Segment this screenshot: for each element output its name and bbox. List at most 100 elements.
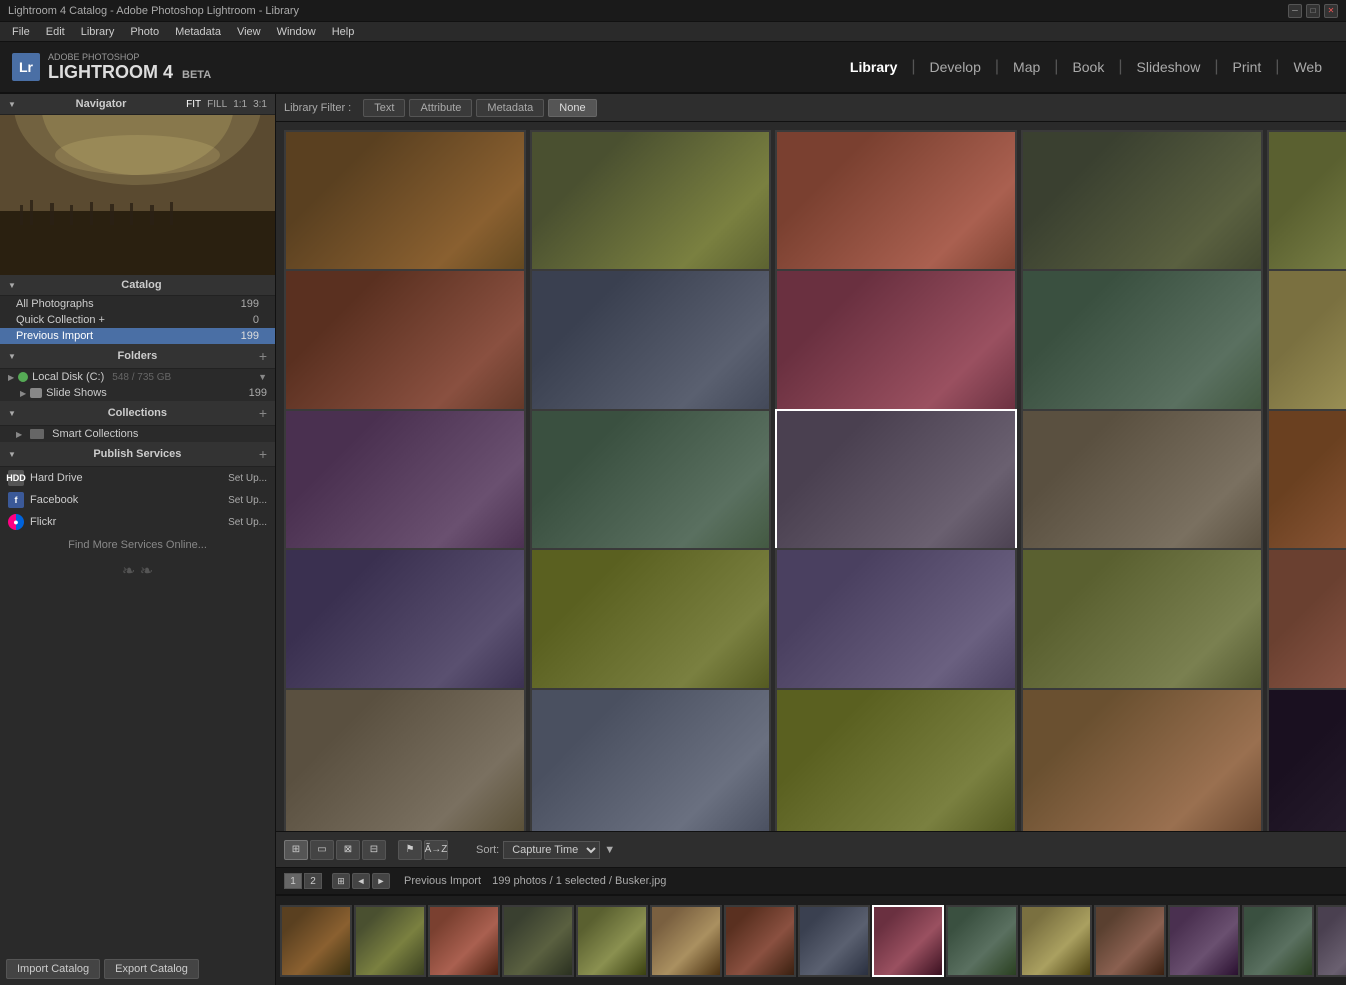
lightroom-label: LIGHTROOM 4 BETA (48, 62, 211, 82)
film-thumb-2[interactable] (354, 905, 426, 977)
filter-none-button[interactable]: None (548, 99, 596, 117)
menu-library[interactable]: Library (73, 24, 123, 40)
filter-text-button[interactable]: Text (363, 99, 405, 117)
film-thumb-4[interactable] (502, 905, 574, 977)
previous-import-filmstrip: Previous Import (404, 875, 481, 887)
import-catalog-button[interactable]: Import Catalog (6, 959, 100, 979)
film-thumb-7[interactable] (724, 905, 796, 977)
lr-logo: Lr ADOBE PHOTOSHOP LIGHTROOM 4 BETA (12, 52, 211, 83)
sort-asc-button[interactable]: Ã→Z (424, 840, 448, 860)
hard-drive-publish[interactable]: HDD Hard Drive Set Up... (0, 467, 275, 489)
film-thumb-15[interactable] (1316, 905, 1346, 977)
close-button[interactable]: ✕ (1324, 4, 1338, 18)
filter-attribute-button[interactable]: Attribute (409, 99, 472, 117)
facebook-setup[interactable]: Set Up... (228, 495, 267, 506)
film-thumb-1[interactable] (280, 905, 352, 977)
flickr-publish[interactable]: ● Flickr Set Up... (0, 511, 275, 533)
menu-window[interactable]: Window (269, 24, 324, 40)
catalog-previous-import[interactable]: Previous Import 199 (0, 328, 275, 344)
filmstrip-next-btn[interactable]: ► (372, 873, 390, 889)
collections-header[interactable]: ▼ Collections + (0, 401, 275, 426)
sort-select[interactable]: Capture Time (503, 841, 600, 859)
sort-direction[interactable]: ▼ (604, 844, 615, 856)
facebook-publish-icon: f (8, 492, 24, 508)
film-thumb-6[interactable] (650, 905, 722, 977)
menu-edit[interactable]: Edit (38, 24, 73, 40)
photo-cell-25[interactable] (284, 688, 526, 831)
filmstrip (276, 895, 1346, 985)
beta-label: BETA (182, 69, 211, 81)
smart-collections-item[interactable]: ▶ Smart Collections (0, 426, 275, 442)
navigator-options: FIT FILL 1:1 3:1 (186, 99, 267, 110)
local-disk-item[interactable]: ▶ Local Disk (C:) 548 / 735 GB ▼ (0, 369, 275, 385)
film-thumb-10[interactable] (946, 905, 1018, 977)
film-thumb-11[interactable] (1020, 905, 1092, 977)
folders-title: Folders (118, 350, 158, 362)
flag-button[interactable]: ⚑ (398, 840, 422, 860)
center-panel: Library Filter : Text Attribute Metadata… (276, 94, 1346, 985)
minimize-button[interactable]: ─ (1288, 4, 1302, 18)
menu-metadata[interactable]: Metadata (167, 24, 229, 40)
compare-view-button[interactable]: ⊠ (336, 840, 360, 860)
hdd-publish-icon: HDD (8, 470, 24, 486)
photo-cell-26[interactable] (530, 688, 772, 831)
page-1[interactable]: 1 (284, 873, 302, 889)
folders-add[interactable]: + (259, 348, 267, 364)
window-controls[interactable]: ─ □ ✕ (1288, 4, 1338, 18)
tab-web[interactable]: Web (1281, 55, 1334, 79)
film-thumb-8[interactable] (798, 905, 870, 977)
catalog-previous-import-count: 199 (241, 330, 259, 342)
film-thumb-13[interactable] (1168, 905, 1240, 977)
maximize-button[interactable]: □ (1306, 4, 1320, 18)
film-thumb-3[interactable] (428, 905, 500, 977)
menu-file[interactable]: File (4, 24, 38, 40)
navigator-header[interactable]: ▼ Navigator FIT FILL 1:1 3:1 (0, 94, 275, 115)
catalog-all-photos[interactable]: All Photographs 199 (0, 296, 275, 312)
menu-help[interactable]: Help (324, 24, 363, 40)
folders-header[interactable]: ▼ Folders + (0, 344, 275, 369)
navigator-preview[interactable] (0, 115, 275, 275)
page-2[interactable]: 2 (304, 873, 322, 889)
find-more-services[interactable]: Find More Services Online... (0, 533, 275, 557)
film-thumb-9[interactable] (872, 905, 944, 977)
filmstrip-grid-btn[interactable]: ⊞ (332, 873, 350, 889)
catalog-quick-collection-count: 0 (253, 314, 259, 326)
photo-cell-27[interactable] (775, 688, 1017, 831)
menu-view[interactable]: View (229, 24, 269, 40)
hard-drive-setup[interactable]: Set Up... (228, 473, 267, 484)
tab-library[interactable]: Library (838, 55, 909, 79)
publish-services-header[interactable]: ▼ Publish Services + (0, 442, 275, 467)
film-thumb-5[interactable] (576, 905, 648, 977)
filmstrip-prev-btn[interactable]: ◄ (352, 873, 370, 889)
menu-photo[interactable]: Photo (122, 24, 167, 40)
filter-metadata-button[interactable]: Metadata (476, 99, 544, 117)
survey-view-button[interactable]: ⊟ (362, 840, 386, 860)
nav-fill[interactable]: FILL (207, 99, 227, 110)
loupe-view-button[interactable]: ▭ (310, 840, 334, 860)
flickr-setup[interactable]: Set Up... (228, 517, 267, 528)
filmstrip-pages: 1 2 (284, 873, 322, 889)
nav-1-1[interactable]: 1:1 (233, 99, 247, 110)
facebook-publish[interactable]: f Facebook Set Up... (0, 489, 275, 511)
nav-fit[interactable]: FIT (186, 99, 201, 110)
grid-view-button[interactable]: ⊞ (284, 840, 308, 860)
film-thumb-14[interactable] (1242, 905, 1314, 977)
tab-develop[interactable]: Develop (918, 55, 993, 79)
catalog-quick-collection[interactable]: Quick Collection + 0 (0, 312, 275, 328)
catalog-header[interactable]: ▼ Catalog (0, 275, 275, 296)
tab-map[interactable]: Map (1001, 55, 1052, 79)
photo-cell-28[interactable] (1021, 688, 1263, 831)
disk-dropdown[interactable]: ▼ (258, 372, 267, 382)
publish-services-add[interactable]: + (259, 446, 267, 462)
nav-3-1[interactable]: 3:1 (253, 99, 267, 110)
photo-cell-29[interactable] (1267, 688, 1346, 831)
catalog-all-photos-label: All Photographs (16, 298, 241, 310)
film-thumb-12[interactable] (1094, 905, 1166, 977)
app-header: Lr ADOBE PHOTOSHOP LIGHTROOM 4 BETA Libr… (0, 42, 1346, 94)
collections-add[interactable]: + (259, 405, 267, 421)
tab-print[interactable]: Print (1221, 55, 1274, 79)
tab-book[interactable]: Book (1060, 55, 1116, 79)
export-catalog-button[interactable]: Export Catalog (104, 959, 199, 979)
tab-slideshow[interactable]: Slideshow (1125, 55, 1213, 79)
slideshows-folder[interactable]: ▶ Slide Shows 199 (0, 385, 275, 401)
